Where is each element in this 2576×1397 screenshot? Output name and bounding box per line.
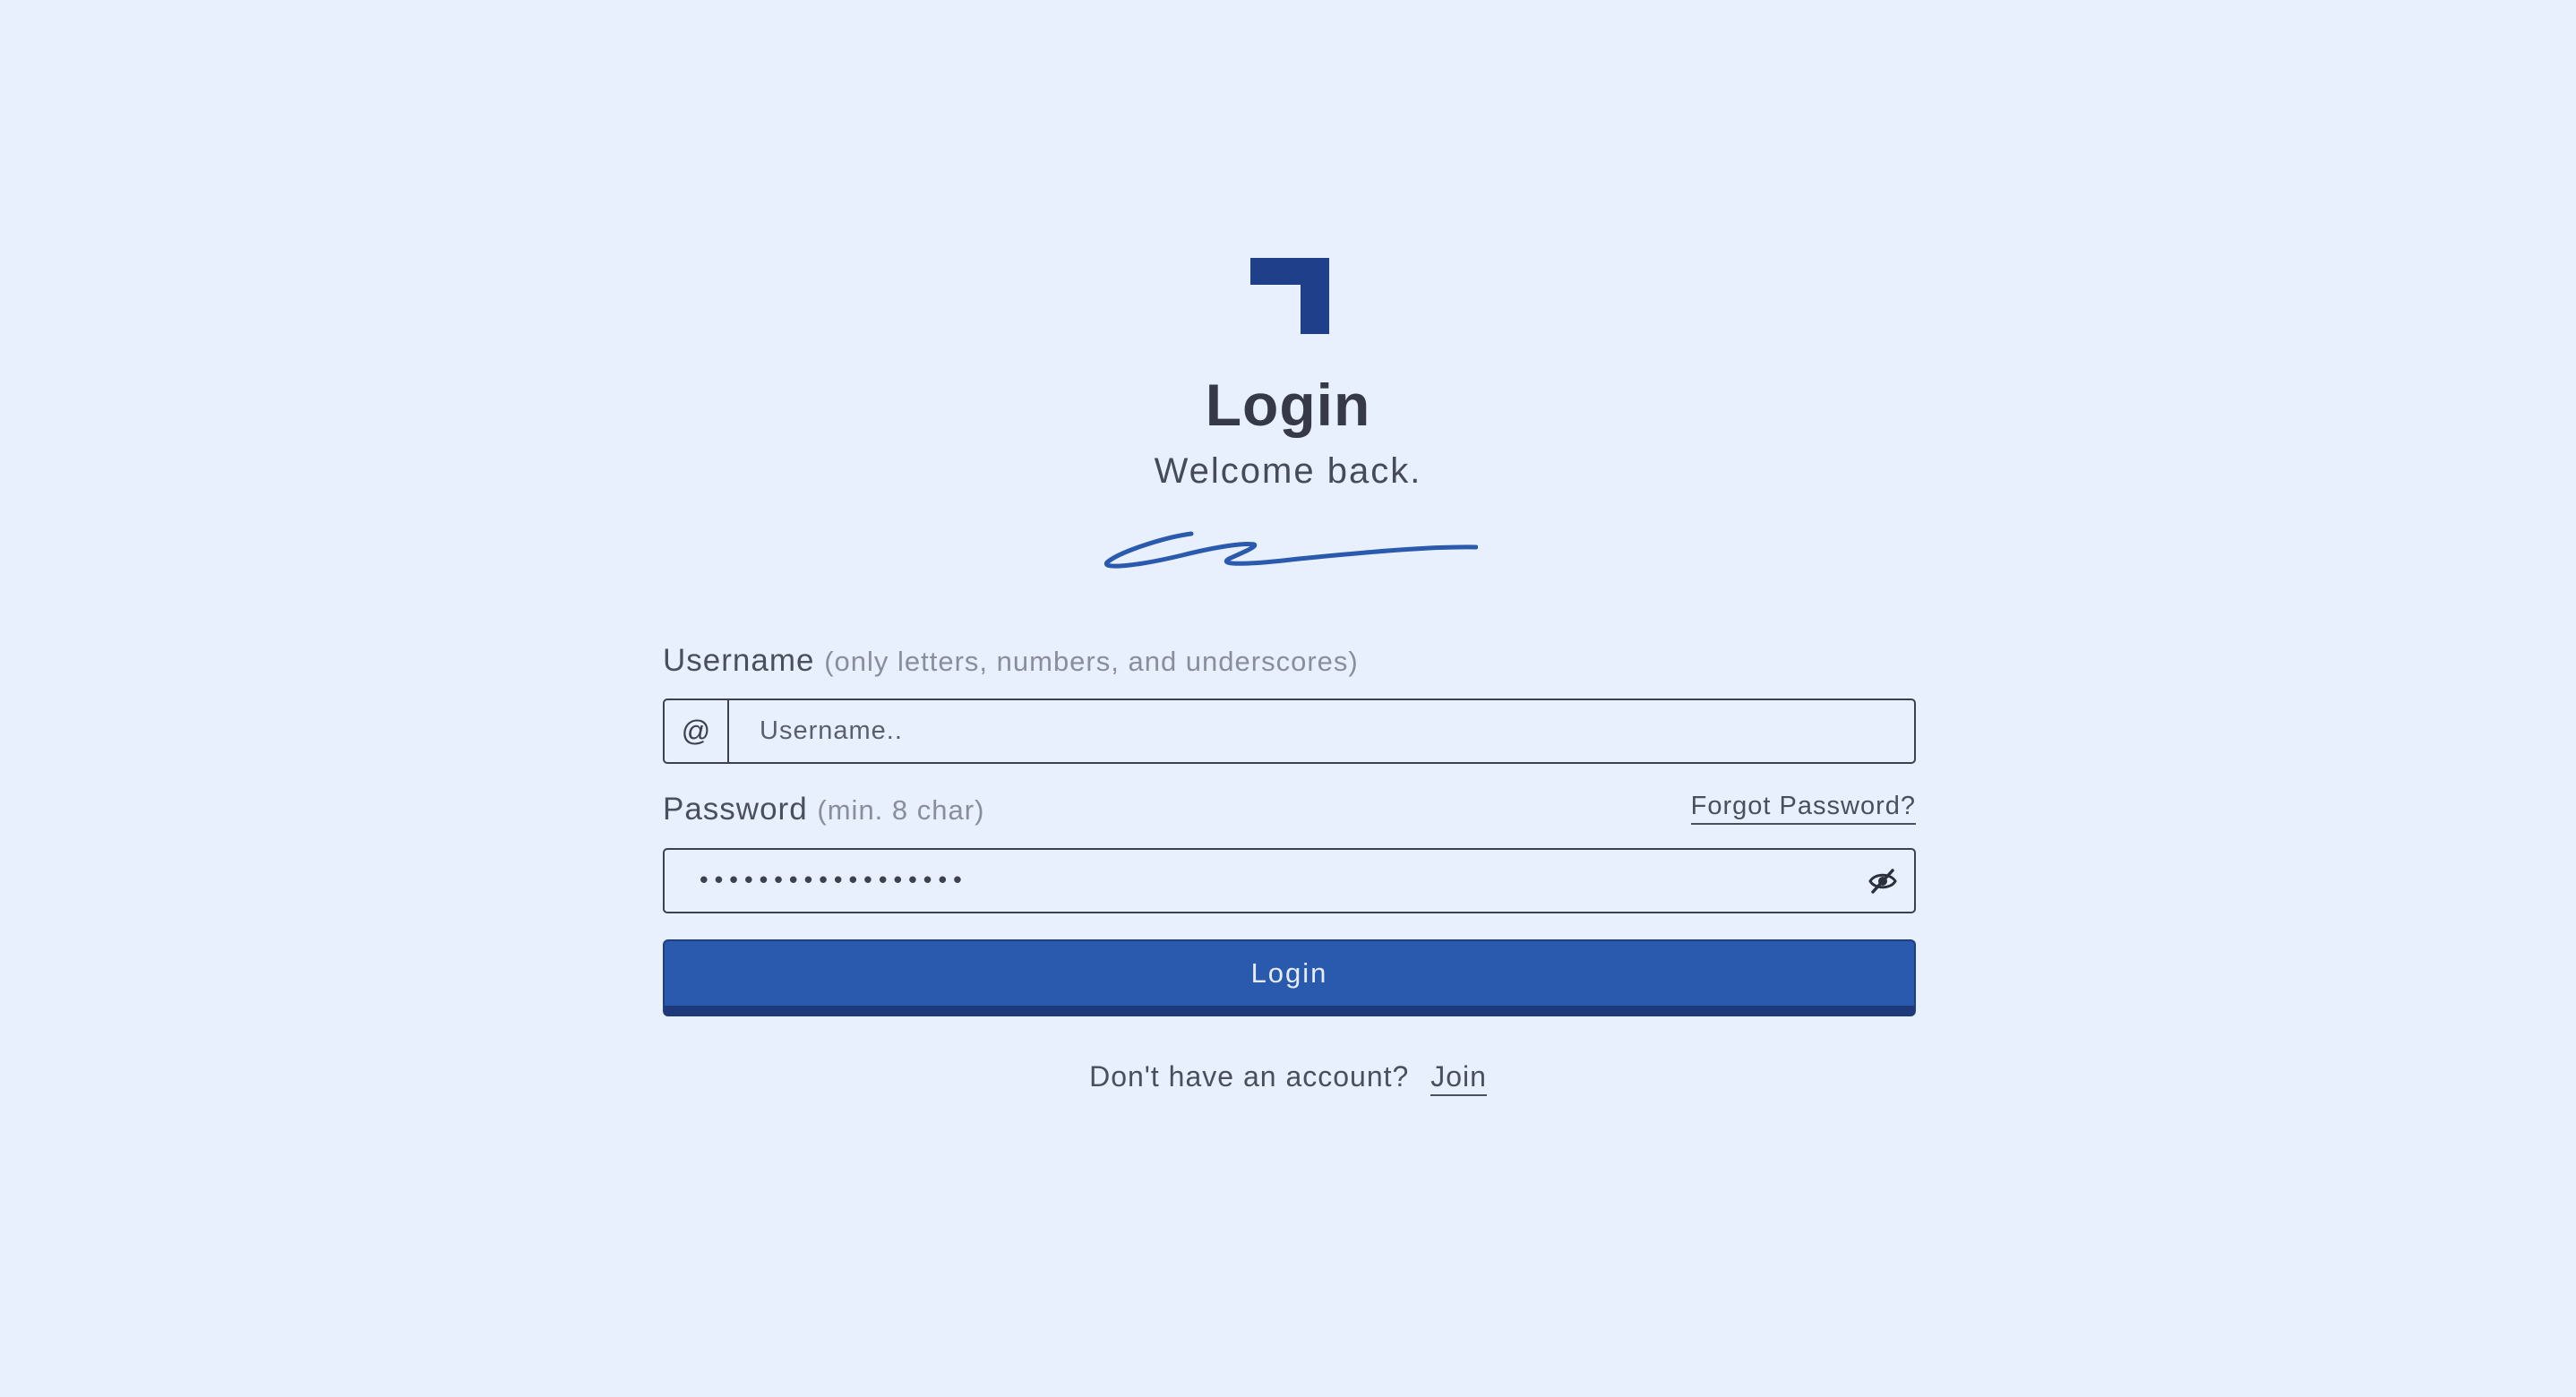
password-hint: (min. 8 char) [817,794,985,826]
corner-bracket-logo-icon [1250,258,1329,334]
username-label-text: Username [663,643,815,678]
password-label: Password (min. 8 char) [663,792,984,827]
signup-prompt-text: Don't have an account? [1089,1060,1410,1093]
eye-slash-icon[interactable] [1868,868,1898,895]
password-field [663,848,1916,913]
join-link[interactable]: Join [1430,1060,1487,1096]
username-input[interactable] [729,700,1911,762]
login-button[interactable]: Login [663,939,1916,1016]
username-field: @ [663,698,1916,764]
page-subtitle: Welcome back. [1154,451,1422,491]
signature-squiggle-icon [1103,531,1478,569]
password-label-text: Password [663,792,808,827]
username-label: Username (only letters, numbers, and und… [663,643,1359,679]
at-prefix: @ [665,700,729,762]
forgot-password-link[interactable]: Forgot Password? [1690,792,1916,825]
page-title: Login [1205,372,1371,438]
signup-prompt: Don't have an account? Join [0,1060,2576,1096]
username-hint: (only letters, numbers, and underscores) [824,646,1359,677]
password-input[interactable] [665,850,1838,912]
